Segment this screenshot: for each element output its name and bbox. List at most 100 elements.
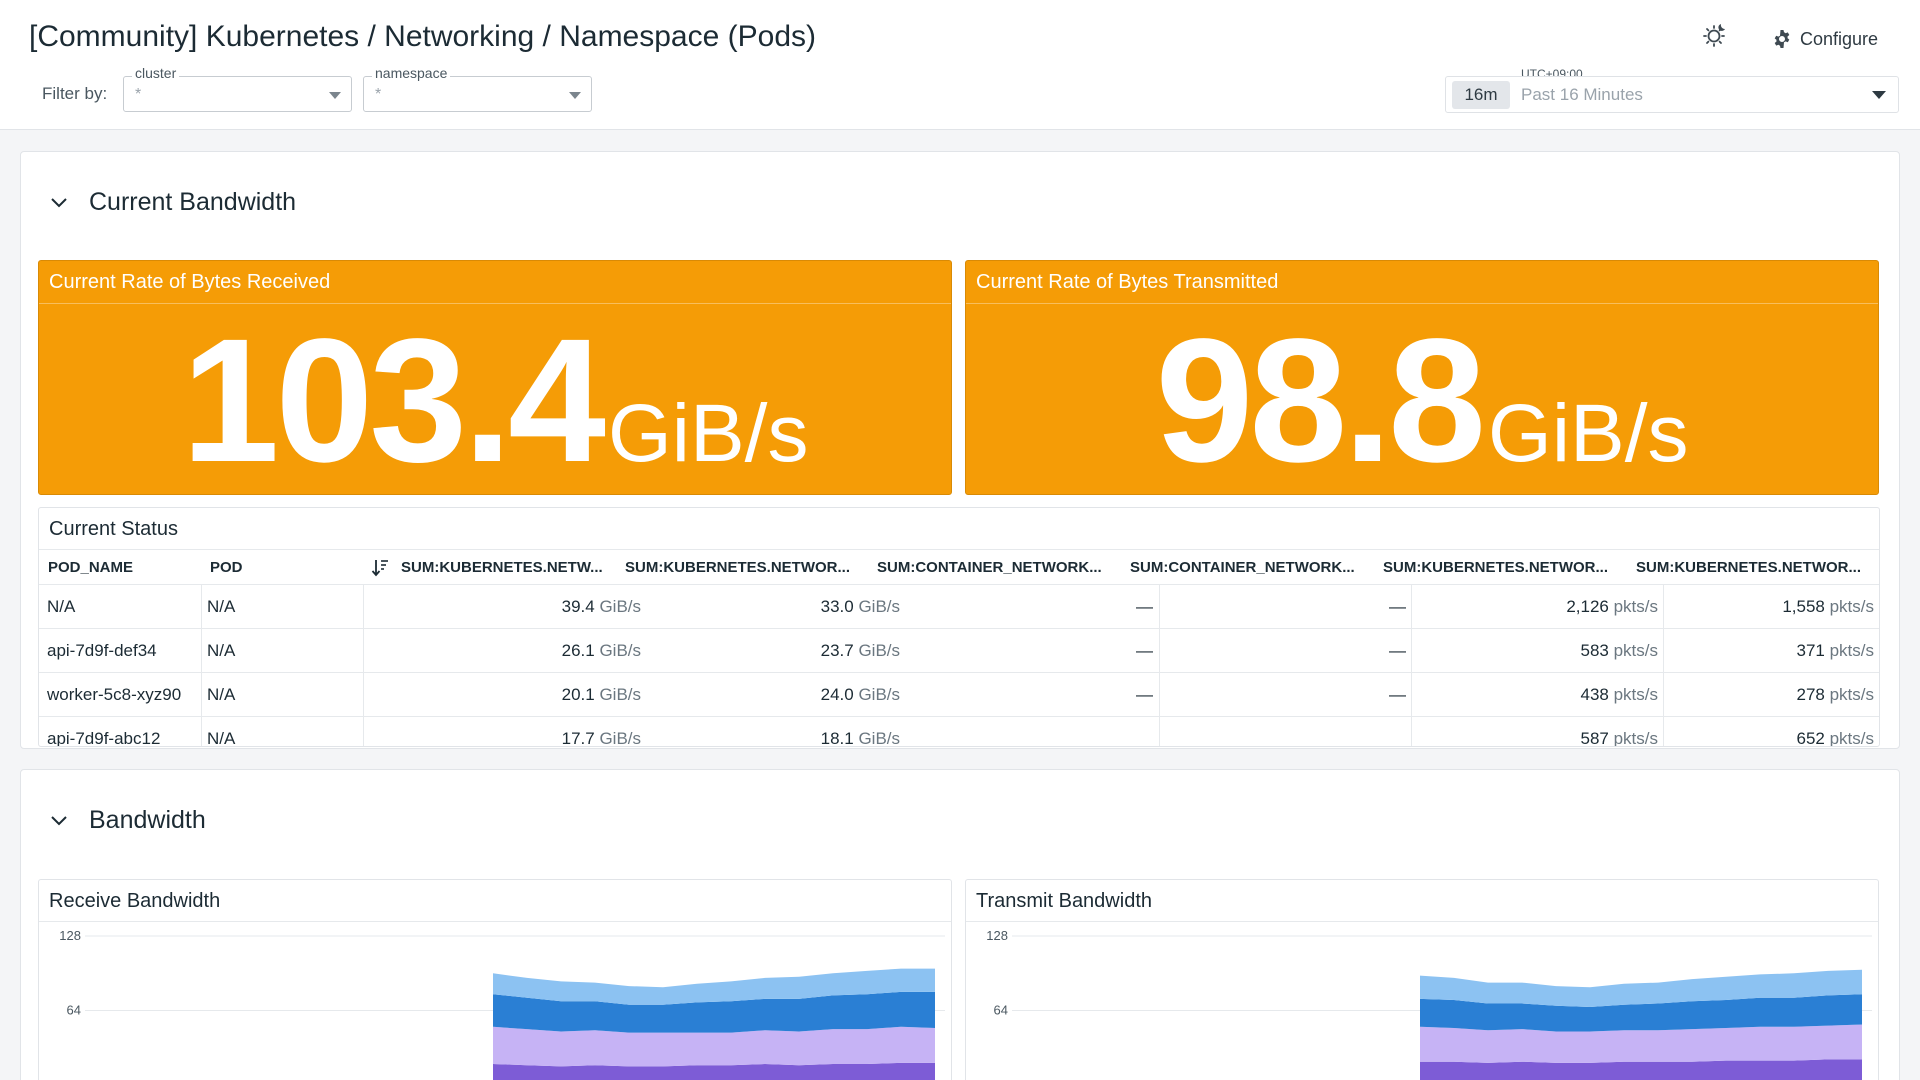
column-separator (363, 673, 364, 717)
receive-bandwidth-chart[interactable]: Receive Bandwidth 128640 (38, 879, 952, 1080)
column-separator (363, 629, 364, 673)
time-range-text: Past 16 Minutes (1521, 85, 1643, 104)
cell-value: — (1389, 597, 1406, 616)
chart-title: Receive Bandwidth (49, 890, 221, 912)
namespace-filter-select[interactable]: namespace * (363, 65, 592, 112)
cell-value: N/A (207, 641, 236, 660)
gear-icon (1774, 30, 1790, 48)
configure-button[interactable]: Configure (1772, 24, 1878, 54)
cell-value: worker-5c8-xyz90 (47, 685, 182, 704)
theme-toggle-icon[interactable] (1702, 22, 1728, 48)
cell-unit: pkts/s (1829, 729, 1874, 747)
cluster-filter-select[interactable]: cluster * (123, 65, 352, 112)
cell-value: api-7d9f-def34 (47, 641, 157, 660)
group-title: Bandwidth (89, 806, 206, 834)
tile-unit: GiB/s (1488, 388, 1689, 479)
time-range-picker[interactable]: 16m Past 16 Minutes (1445, 76, 1899, 113)
tile-value: 98.8GiB/s (966, 311, 1878, 491)
cell-unit: GiB/s (858, 597, 900, 616)
dashboard-header: [Community] Kubernetes / Networking / Na… (0, 0, 1920, 130)
cell-value: — (1136, 597, 1153, 616)
y-tick-label: 128 (59, 928, 81, 943)
table-cell: 17.7 GiB/s (401, 717, 641, 747)
table-cell: 371 pkts/s (1658, 629, 1874, 673)
tile-value: 103.4GiB/s (39, 311, 951, 491)
tile-title: Current Rate of Bytes Transmitted (976, 271, 1279, 293)
table-cell: — (900, 629, 1153, 673)
table-cell: N/A (207, 585, 327, 629)
column-header[interactable]: POD_NAME (48, 550, 198, 585)
cell-unit: pkts/s (1829, 597, 1874, 616)
cell-unit: pkts/s (1829, 685, 1874, 704)
column-header[interactable]: SUM:CONTAINER_NETWORK... (1130, 550, 1370, 585)
table-cell: 652 pkts/s (1658, 717, 1874, 747)
table-row[interactable]: N/A N/A 39.4 GiB/s 33.0 GiB/s — —2,126 pkts/s… (39, 585, 1879, 629)
table-cell: N/A (207, 673, 327, 717)
y-tick-label: 64 (67, 1003, 81, 1018)
cell-value: — (1136, 685, 1153, 704)
column-separator (201, 585, 202, 629)
chevron-down-icon[interactable] (49, 193, 69, 213)
tile-number: 103.4 (181, 303, 606, 495)
cell-value: 23.7 (820, 641, 854, 660)
cell-unit: GiB/s (599, 641, 641, 660)
table-cell: — (900, 673, 1153, 717)
bytes-received-tile[interactable]: Current Rate of Bytes Received 103.4GiB/… (38, 260, 952, 495)
bandwidth-group-header[interactable]: Bandwidth (49, 806, 206, 835)
cell-value: 278 (1796, 685, 1825, 704)
column-separator (363, 585, 364, 629)
table-cell: 2,126 pkts/s (1406, 585, 1658, 629)
column-header[interactable]: SUM:KUBERNETES.NETWOR... (1636, 550, 1876, 585)
column-separator (201, 629, 202, 673)
table-row[interactable]: api-7d9f-abc12 N/A 17.7 GiB/s 18.1 GiB/s 587… (39, 717, 1879, 747)
table-cell: 438 pkts/s (1406, 673, 1658, 717)
table-cell: worker-5c8-xyz90 (47, 673, 197, 717)
cell-unit: GiB/s (599, 729, 641, 747)
column-header[interactable]: SUM:KUBERNETES.NETWOR... (625, 550, 865, 585)
table-cell: 33.0 GiB/s (649, 585, 900, 629)
table-cell: — (1153, 629, 1406, 673)
cell-value: 17.7 (561, 729, 595, 747)
cell-unit: GiB/s (858, 729, 900, 747)
chevron-down-icon[interactable] (49, 811, 69, 831)
table-row[interactable]: worker-5c8-xyz90 N/A 20.1 GiB/s 24.0 GiB/s —… (39, 673, 1879, 717)
configure-label: Configure (1800, 28, 1879, 49)
table-cell: 583 pkts/s (1406, 629, 1658, 673)
table-cell: 39.4 GiB/s (401, 585, 641, 629)
transmit-bandwidth-plot: 128640 (986, 928, 1872, 1080)
cell-value: 2,126 (1566, 597, 1609, 616)
table-cell: 20.1 GiB/s (401, 673, 641, 717)
bytes-transmitted-tile[interactable]: Current Rate of Bytes Transmitted 98.8Gi… (965, 260, 1879, 495)
table-header: POD_NAME POD SUM:KUBERNETES.NETW... SUM:… (39, 549, 1879, 585)
cell-value: — (1389, 641, 1406, 660)
table-cell: N/A (207, 629, 327, 673)
table-cell: 26.1 GiB/s (401, 629, 641, 673)
cell-unit: pkts/s (1613, 641, 1658, 660)
cell-value: — (1136, 641, 1153, 660)
column-header[interactable]: SUM:KUBERNETES.NETW... (401, 550, 606, 585)
cell-value: 1,558 (1782, 597, 1825, 616)
table-cell: — (900, 585, 1153, 629)
transmit-bandwidth-chart[interactable]: Transmit Bandwidth 128640 (965, 879, 1879, 1080)
column-header[interactable]: SUM:CONTAINER_NETWORK... (877, 550, 1117, 585)
column-header[interactable]: SUM:KUBERNETES.NETWOR... (1383, 550, 1623, 585)
group-title: Current Bandwidth (89, 188, 297, 216)
cell-value: 587 (1580, 729, 1609, 747)
page-title: [Community] Kubernetes / Networking / Na… (29, 20, 816, 53)
cell-value: api-7d9f-abc12 (47, 729, 161, 747)
cell-value: 33.0 (820, 597, 854, 616)
sort-descending-icon[interactable] (371, 558, 389, 578)
cell-value: — (1389, 685, 1406, 704)
area-series-1[interactable] (493, 1026, 935, 1067)
table-cell: 278 pkts/s (1658, 673, 1874, 717)
table-row[interactable]: api-7d9f-def34 N/A 26.1 GiB/s 23.7 GiB/s — —5… (39, 629, 1879, 673)
chevron-down-icon (569, 92, 581, 99)
current-status-table: Current Status POD_NAME POD SUM:KUBERNET… (38, 507, 1880, 747)
tile-number: 98.8 (1155, 303, 1486, 495)
table-cell: 587 pkts/s (1406, 717, 1658, 747)
column-header[interactable]: POD (210, 550, 330, 585)
column-separator (363, 717, 364, 746)
table-cell: N/A (207, 717, 327, 746)
current-bandwidth-group-header[interactable]: Current Bandwidth (49, 188, 296, 217)
receive-bandwidth-plot: 128640 (59, 928, 945, 1080)
